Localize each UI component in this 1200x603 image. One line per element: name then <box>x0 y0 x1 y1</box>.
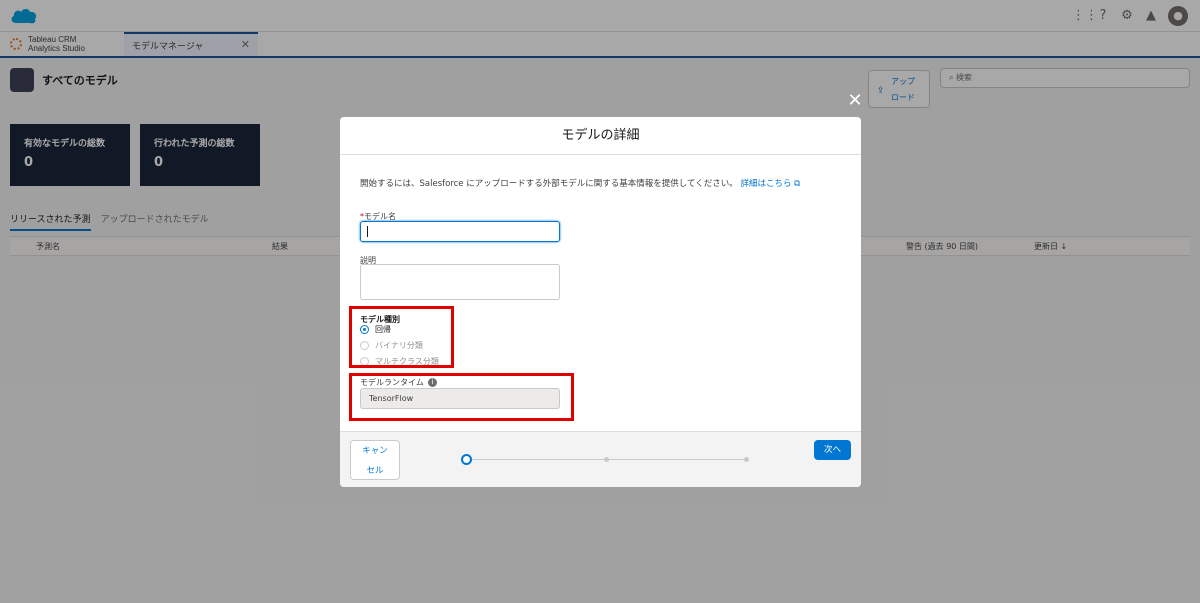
model-name-input[interactable] <box>360 221 560 242</box>
next-button[interactable]: 次へ <box>814 440 851 460</box>
progress-step-pending <box>604 457 609 462</box>
description-textarea[interactable] <box>360 264 560 300</box>
learn-more-label: 詳細はこちら <box>740 179 792 189</box>
text-cursor <box>367 226 368 237</box>
cancel-button[interactable]: キャン セル <box>350 440 400 480</box>
progress-step-current <box>461 454 472 465</box>
external-link-icon: ⧉ <box>794 179 801 189</box>
intro-message: 開始するには、Salesforce にアップロードする外部モデルに関する基本情報… <box>360 179 738 189</box>
intro-text: 開始するには、Salesforce にアップロードする外部モデルに関する基本情報… <box>360 177 800 189</box>
model-details-modal: モデルの詳細 開始するには、Salesforce にアップロードする外部モデルに… <box>340 117 861 487</box>
modal-close-icon[interactable]: ✕ <box>846 92 864 110</box>
highlight-box-model-type <box>349 306 454 368</box>
modal-title: モデルの詳細 <box>340 117 861 155</box>
modal-footer: キャン セル 次へ <box>340 431 861 487</box>
cancel-label-line2: セル <box>366 466 384 476</box>
learn-more-link[interactable]: 詳細はこちら ⧉ <box>740 179 800 189</box>
cancel-label-line1: キャン <box>362 446 388 456</box>
highlight-box-model-runtime <box>349 373 574 421</box>
progress-step-pending <box>744 457 749 462</box>
model-name-label-text: モデル名 <box>364 212 396 221</box>
